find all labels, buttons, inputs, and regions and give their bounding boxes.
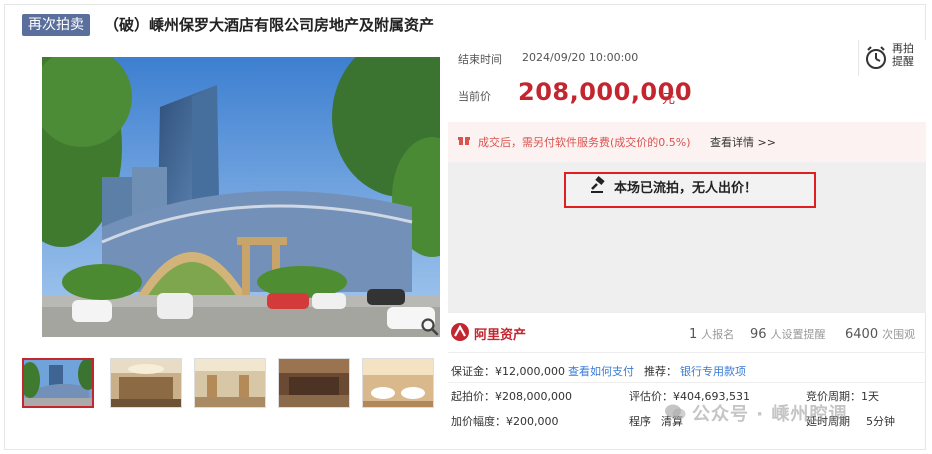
divider (448, 352, 926, 353)
divider (858, 40, 859, 76)
divider (448, 312, 926, 313)
platform-name: 阿里资产 (474, 328, 527, 343)
procedure-label: 程序 (629, 415, 651, 428)
bank-payment-link[interactable]: 银行专用款项 (680, 363, 746, 379)
view-count: 6400 次围观 (845, 327, 916, 342)
wechat-icon (665, 404, 686, 420)
watermark-text: 公众号 · 嵊州腔调 (692, 404, 848, 425)
registered-count: 1 人报名 (689, 327, 735, 342)
auction-status-text: 本场已流拍，无人出价！ (614, 181, 758, 196)
gift-icon (458, 137, 470, 145)
service-fee-text: 成交后，需另付软件服务费(成交价的0.5%) (478, 136, 691, 149)
divider (448, 382, 926, 383)
how-to-pay-link[interactable]: 查看如何支付 (568, 363, 634, 379)
thumbnail-3[interactable] (194, 358, 266, 408)
remind-label-line2: 提醒 (892, 55, 914, 68)
main-property-image[interactable] (42, 57, 440, 337)
current-price-label: 当前价 (458, 90, 491, 103)
thumbnail-5[interactable] (362, 358, 434, 408)
thumbnail-strip (22, 358, 434, 410)
currency-unit: 元 (662, 92, 676, 107)
view-details-link[interactable]: 查看详情 >> (710, 134, 776, 150)
deposit-info: 保证金：¥12,000,000 (451, 365, 565, 378)
thumbnail-1[interactable] (22, 358, 94, 408)
reauction-badge: 再次拍卖 (22, 14, 90, 36)
end-time-value: 2024/09/20 10:00:00 (522, 51, 639, 64)
page-title: （破）嵊州保罗大酒店有限公司房地产及附属资产 (104, 16, 435, 34)
remind-label-line1: 再拍 (892, 42, 914, 55)
gavel-icon (591, 176, 605, 193)
alarm-clock-icon[interactable] (864, 44, 888, 72)
thumbnail-2[interactable] (110, 358, 182, 408)
reminder-count: 96 人设置提醒 (750, 327, 826, 342)
delay-cycle-value: 5分钟 (866, 415, 895, 428)
bid-increment: 加价幅度：¥200,000 (451, 415, 559, 428)
zoom-icon[interactable] (420, 317, 440, 337)
thumbnail-4[interactable] (278, 358, 350, 408)
recommend-label: 推荐： (644, 365, 677, 378)
ali-assets-logo-icon (451, 323, 469, 341)
hotel-photo (42, 57, 440, 337)
starting-price: 起拍价：¥208,000,000 (451, 390, 572, 403)
remind-button[interactable]: 再拍 提醒 (892, 42, 920, 68)
end-time-label: 结束时间 (458, 53, 502, 66)
